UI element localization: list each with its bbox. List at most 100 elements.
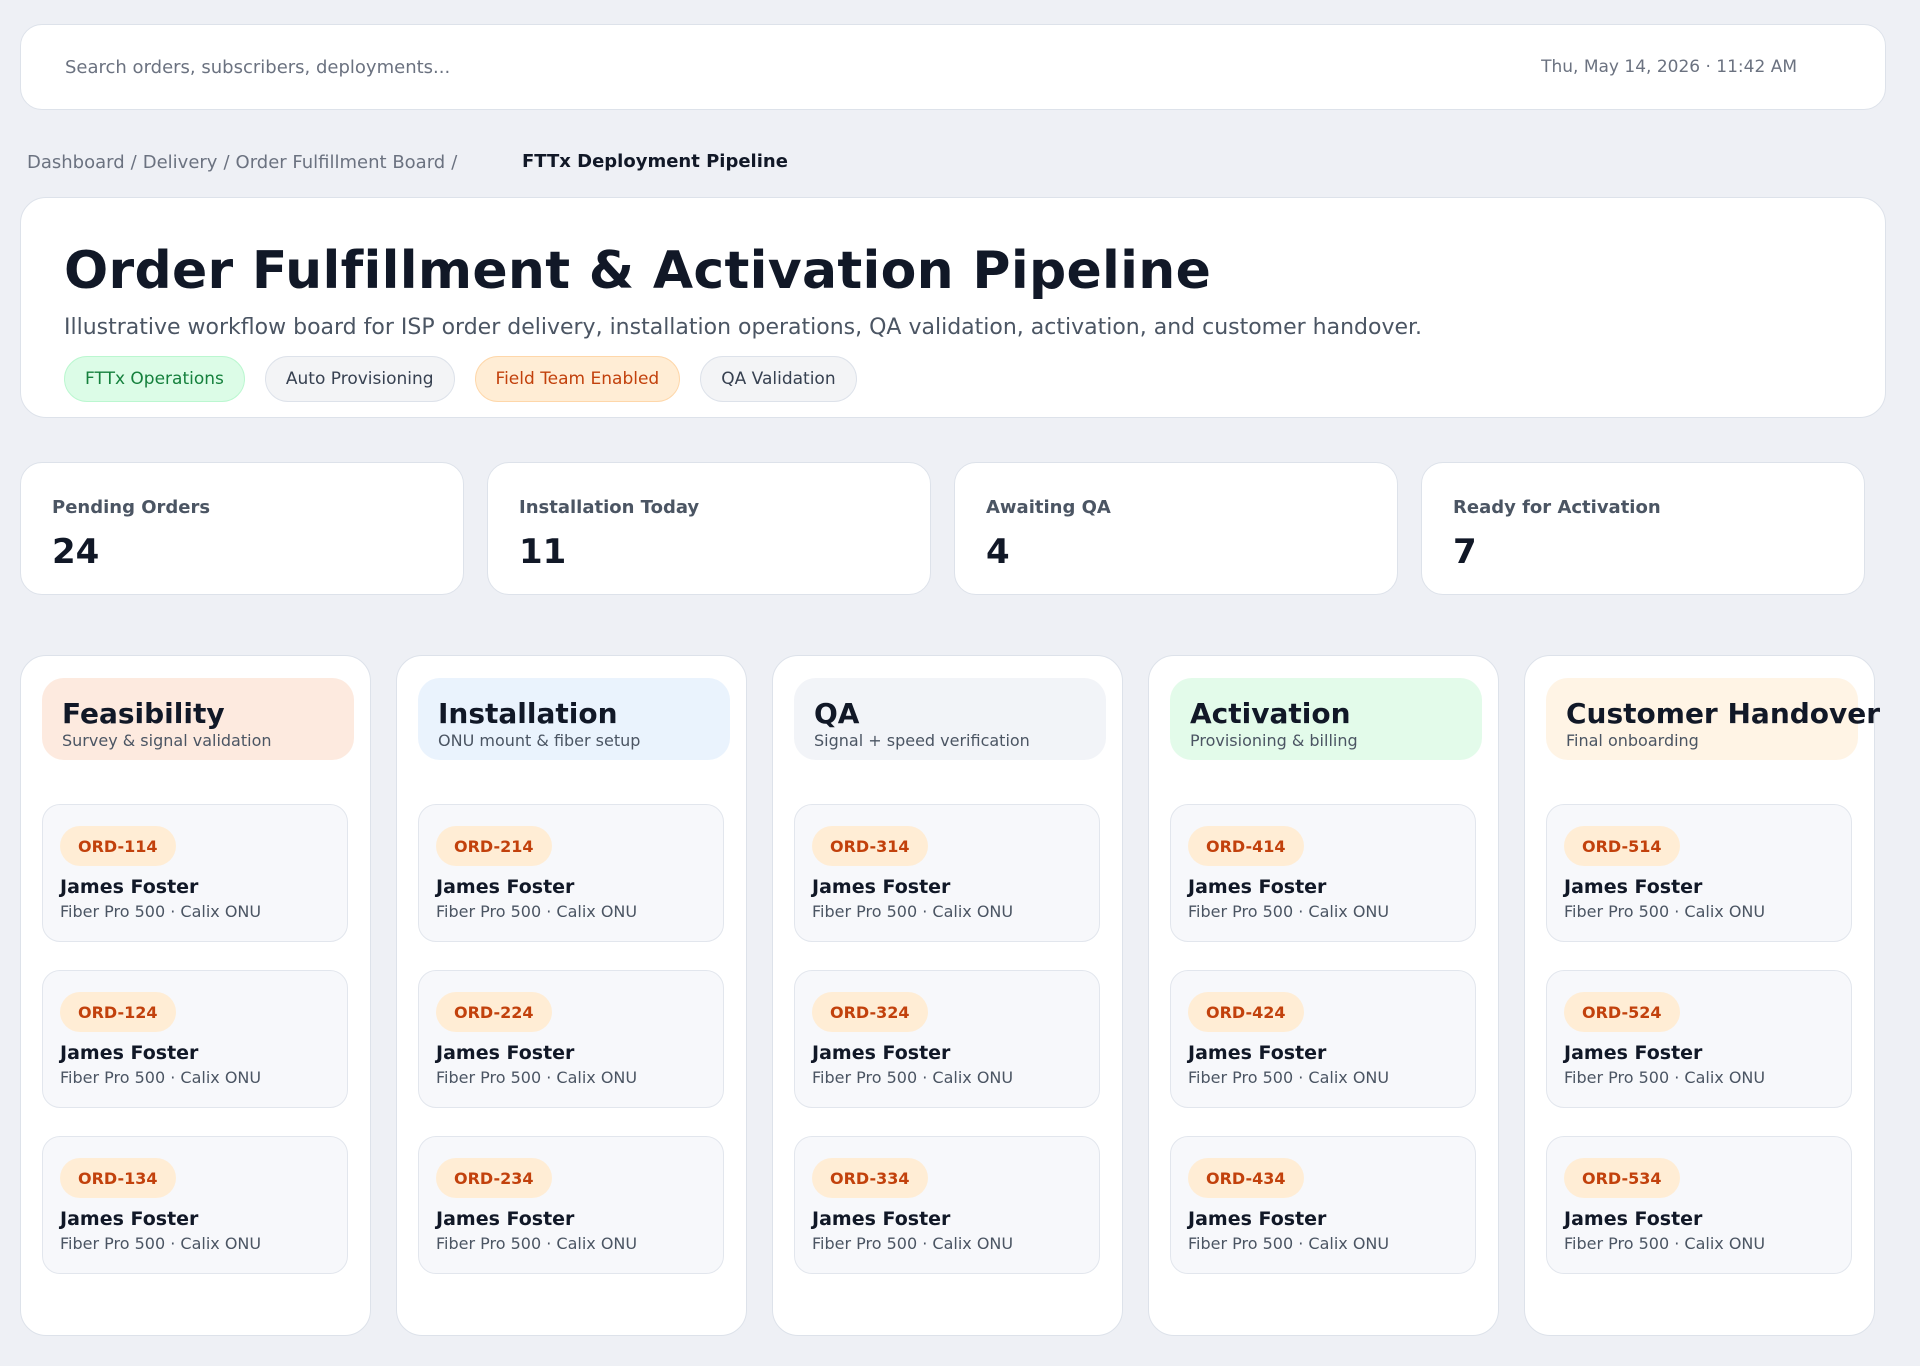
order-id-badge: ORD-124 [60,992,176,1032]
top-bar: Thu, May 14, 2026 · 11:42 AM [20,24,1886,110]
order-id-badge: ORD-324 [812,992,928,1032]
order-card[interactable]: ORD-134 James Foster Fiber Pro 500 · Cal… [42,1136,348,1274]
breadcrumb-order-fulfillment-board[interactable]: Order Fulfillment Board [236,152,446,173]
customer-name: James Foster [812,876,951,898]
order-id-badge: ORD-514 [1564,826,1680,866]
card-list: ORD-114 James Foster Fiber Pro 500 · Cal… [42,804,370,1274]
search-input[interactable] [65,56,965,78]
order-id-badge: ORD-214 [436,826,552,866]
order-card[interactable]: ORD-124 James Foster Fiber Pro 500 · Cal… [42,970,348,1108]
column-installation: Installation ONU mount & fiber setup ORD… [396,655,747,1336]
order-plan: Fiber Pro 500 · Calix ONU [60,902,262,921]
breadcrumb-separator: / [130,151,137,173]
order-card[interactable]: ORD-214 James Foster Fiber Pro 500 · Cal… [418,804,724,942]
customer-name: James Foster [436,1208,575,1230]
order-card[interactable]: ORD-514 James Foster Fiber Pro 500 · Cal… [1546,804,1852,942]
stat-label: Awaiting QA [986,497,1111,518]
column-title: QA [814,697,860,730]
column-header: Installation ONU mount & fiber setup [418,678,730,760]
order-plan: Fiber Pro 500 · Calix ONU [60,1068,262,1087]
stat-card-installation-today: Installation Today 11 [487,462,931,595]
order-card[interactable]: ORD-224 James Foster Fiber Pro 500 · Cal… [418,970,724,1108]
order-card[interactable]: ORD-414 James Foster Fiber Pro 500 · Cal… [1170,804,1476,942]
order-card[interactable]: ORD-434 James Foster Fiber Pro 500 · Cal… [1170,1136,1476,1274]
column-subtitle: ONU mount & fiber setup [438,731,641,750]
order-plan: Fiber Pro 500 · Calix ONU [812,1234,1014,1253]
datetime-display: Thu, May 14, 2026 · 11:42 AM [1541,57,1797,77]
order-card[interactable]: ORD-424 James Foster Fiber Pro 500 · Cal… [1170,970,1476,1108]
order-plan: Fiber Pro 500 · Calix ONU [1564,1068,1766,1087]
customer-name: James Foster [60,1208,199,1230]
order-id-badge: ORD-334 [812,1158,928,1198]
order-card[interactable]: ORD-114 James Foster Fiber Pro 500 · Cal… [42,804,348,942]
customer-name: James Foster [436,876,575,898]
customer-name: James Foster [1564,1208,1703,1230]
column-subtitle: Final onboarding [1566,731,1699,750]
stat-label: Ready for Activation [1453,497,1661,518]
order-plan: Fiber Pro 500 · Calix ONU [1188,1068,1390,1087]
page-subtitle: Illustrative workflow board for ISP orde… [64,315,1423,340]
order-id-badge: ORD-414 [1188,826,1304,866]
column-subtitle: Provisioning & billing [1190,731,1358,750]
stats-row: Pending Orders 24 Installation Today 11 … [20,462,1866,595]
customer-name: James Foster [1564,876,1703,898]
column-header: Feasibility Survey & signal validation [42,678,354,760]
order-id-badge: ORD-424 [1188,992,1304,1032]
order-card[interactable]: ORD-534 James Foster Fiber Pro 500 · Cal… [1546,1136,1852,1274]
tag-field-team-enabled[interactable]: Field Team Enabled [474,356,681,402]
order-plan: Fiber Pro 500 · Calix ONU [1564,902,1766,921]
stat-value: 24 [52,532,100,572]
order-card[interactable]: ORD-314 James Foster Fiber Pro 500 · Cal… [794,804,1100,942]
tag-fttx-operations[interactable]: FTTx Operations [64,356,245,402]
tag-qa-validation[interactable]: QA Validation [700,356,857,402]
column-title: Activation [1190,697,1351,730]
card-list: ORD-314 James Foster Fiber Pro 500 · Cal… [794,804,1122,1274]
card-list: ORD-514 James Foster Fiber Pro 500 · Cal… [1546,804,1874,1274]
order-id-badge: ORD-114 [60,826,176,866]
customer-name: James Foster [1188,876,1327,898]
column-title: Installation [438,697,618,730]
order-card[interactable]: ORD-234 James Foster Fiber Pro 500 · Cal… [418,1136,724,1274]
order-plan: Fiber Pro 500 · Calix ONU [812,902,1014,921]
column-subtitle: Survey & signal validation [62,731,272,750]
column-activation: Activation Provisioning & billing ORD-41… [1148,655,1499,1336]
tag-auto-provisioning[interactable]: Auto Provisioning [264,356,455,402]
stat-card-ready-for-activation: Ready for Activation 7 [1421,462,1865,595]
order-card[interactable]: ORD-524 James Foster Fiber Pro 500 · Cal… [1546,970,1852,1108]
order-plan: Fiber Pro 500 · Calix ONU [436,902,638,921]
order-plan: Fiber Pro 500 · Calix ONU [436,1068,638,1087]
customer-name: James Foster [60,876,199,898]
column-feasibility: Feasibility Survey & signal validation O… [20,655,371,1336]
order-plan: Fiber Pro 500 · Calix ONU [1564,1234,1766,1253]
breadcrumb-delivery[interactable]: Delivery [143,152,218,173]
customer-name: James Foster [60,1042,199,1064]
column-header: Activation Provisioning & billing [1170,678,1482,760]
customer-name: James Foster [436,1042,575,1064]
customer-name: James Foster [812,1042,951,1064]
order-card[interactable]: ORD-334 James Foster Fiber Pro 500 · Cal… [794,1136,1100,1274]
order-plan: Fiber Pro 500 · Calix ONU [1188,902,1390,921]
column-qa: QA Signal + speed verification ORD-314 J… [772,655,1123,1336]
stat-label: Installation Today [519,497,700,518]
breadcrumb-separator: / [223,151,230,173]
order-card[interactable]: ORD-324 James Foster Fiber Pro 500 · Cal… [794,970,1100,1108]
order-id-badge: ORD-134 [60,1158,176,1198]
tag-list: FTTx Operations Auto Provisioning Field … [64,356,1885,402]
column-header: QA Signal + speed verification [794,678,1106,760]
order-id-badge: ORD-524 [1564,992,1680,1032]
order-id-badge: ORD-534 [1564,1158,1680,1198]
customer-name: James Foster [812,1208,951,1230]
card-list: ORD-414 James Foster Fiber Pro 500 · Cal… [1170,804,1498,1274]
page-header-card: Order Fulfillment & Activation Pipeline … [20,197,1886,418]
breadcrumb-current: FTTx Deployment Pipeline [522,151,788,172]
kanban-board: Feasibility Survey & signal validation O… [20,655,1880,1336]
stat-value: 7 [1453,532,1477,572]
order-id-badge: ORD-224 [436,992,552,1032]
breadcrumb-dashboard[interactable]: Dashboard [27,152,125,173]
column-header: Customer Handover Final onboarding [1546,678,1880,760]
stat-card-awaiting-qa: Awaiting QA 4 [954,462,1398,595]
order-id-badge: ORD-434 [1188,1158,1304,1198]
stat-value: 4 [986,532,1010,572]
customer-name: James Foster [1188,1208,1327,1230]
stat-card-pending-orders: Pending Orders 24 [20,462,464,595]
